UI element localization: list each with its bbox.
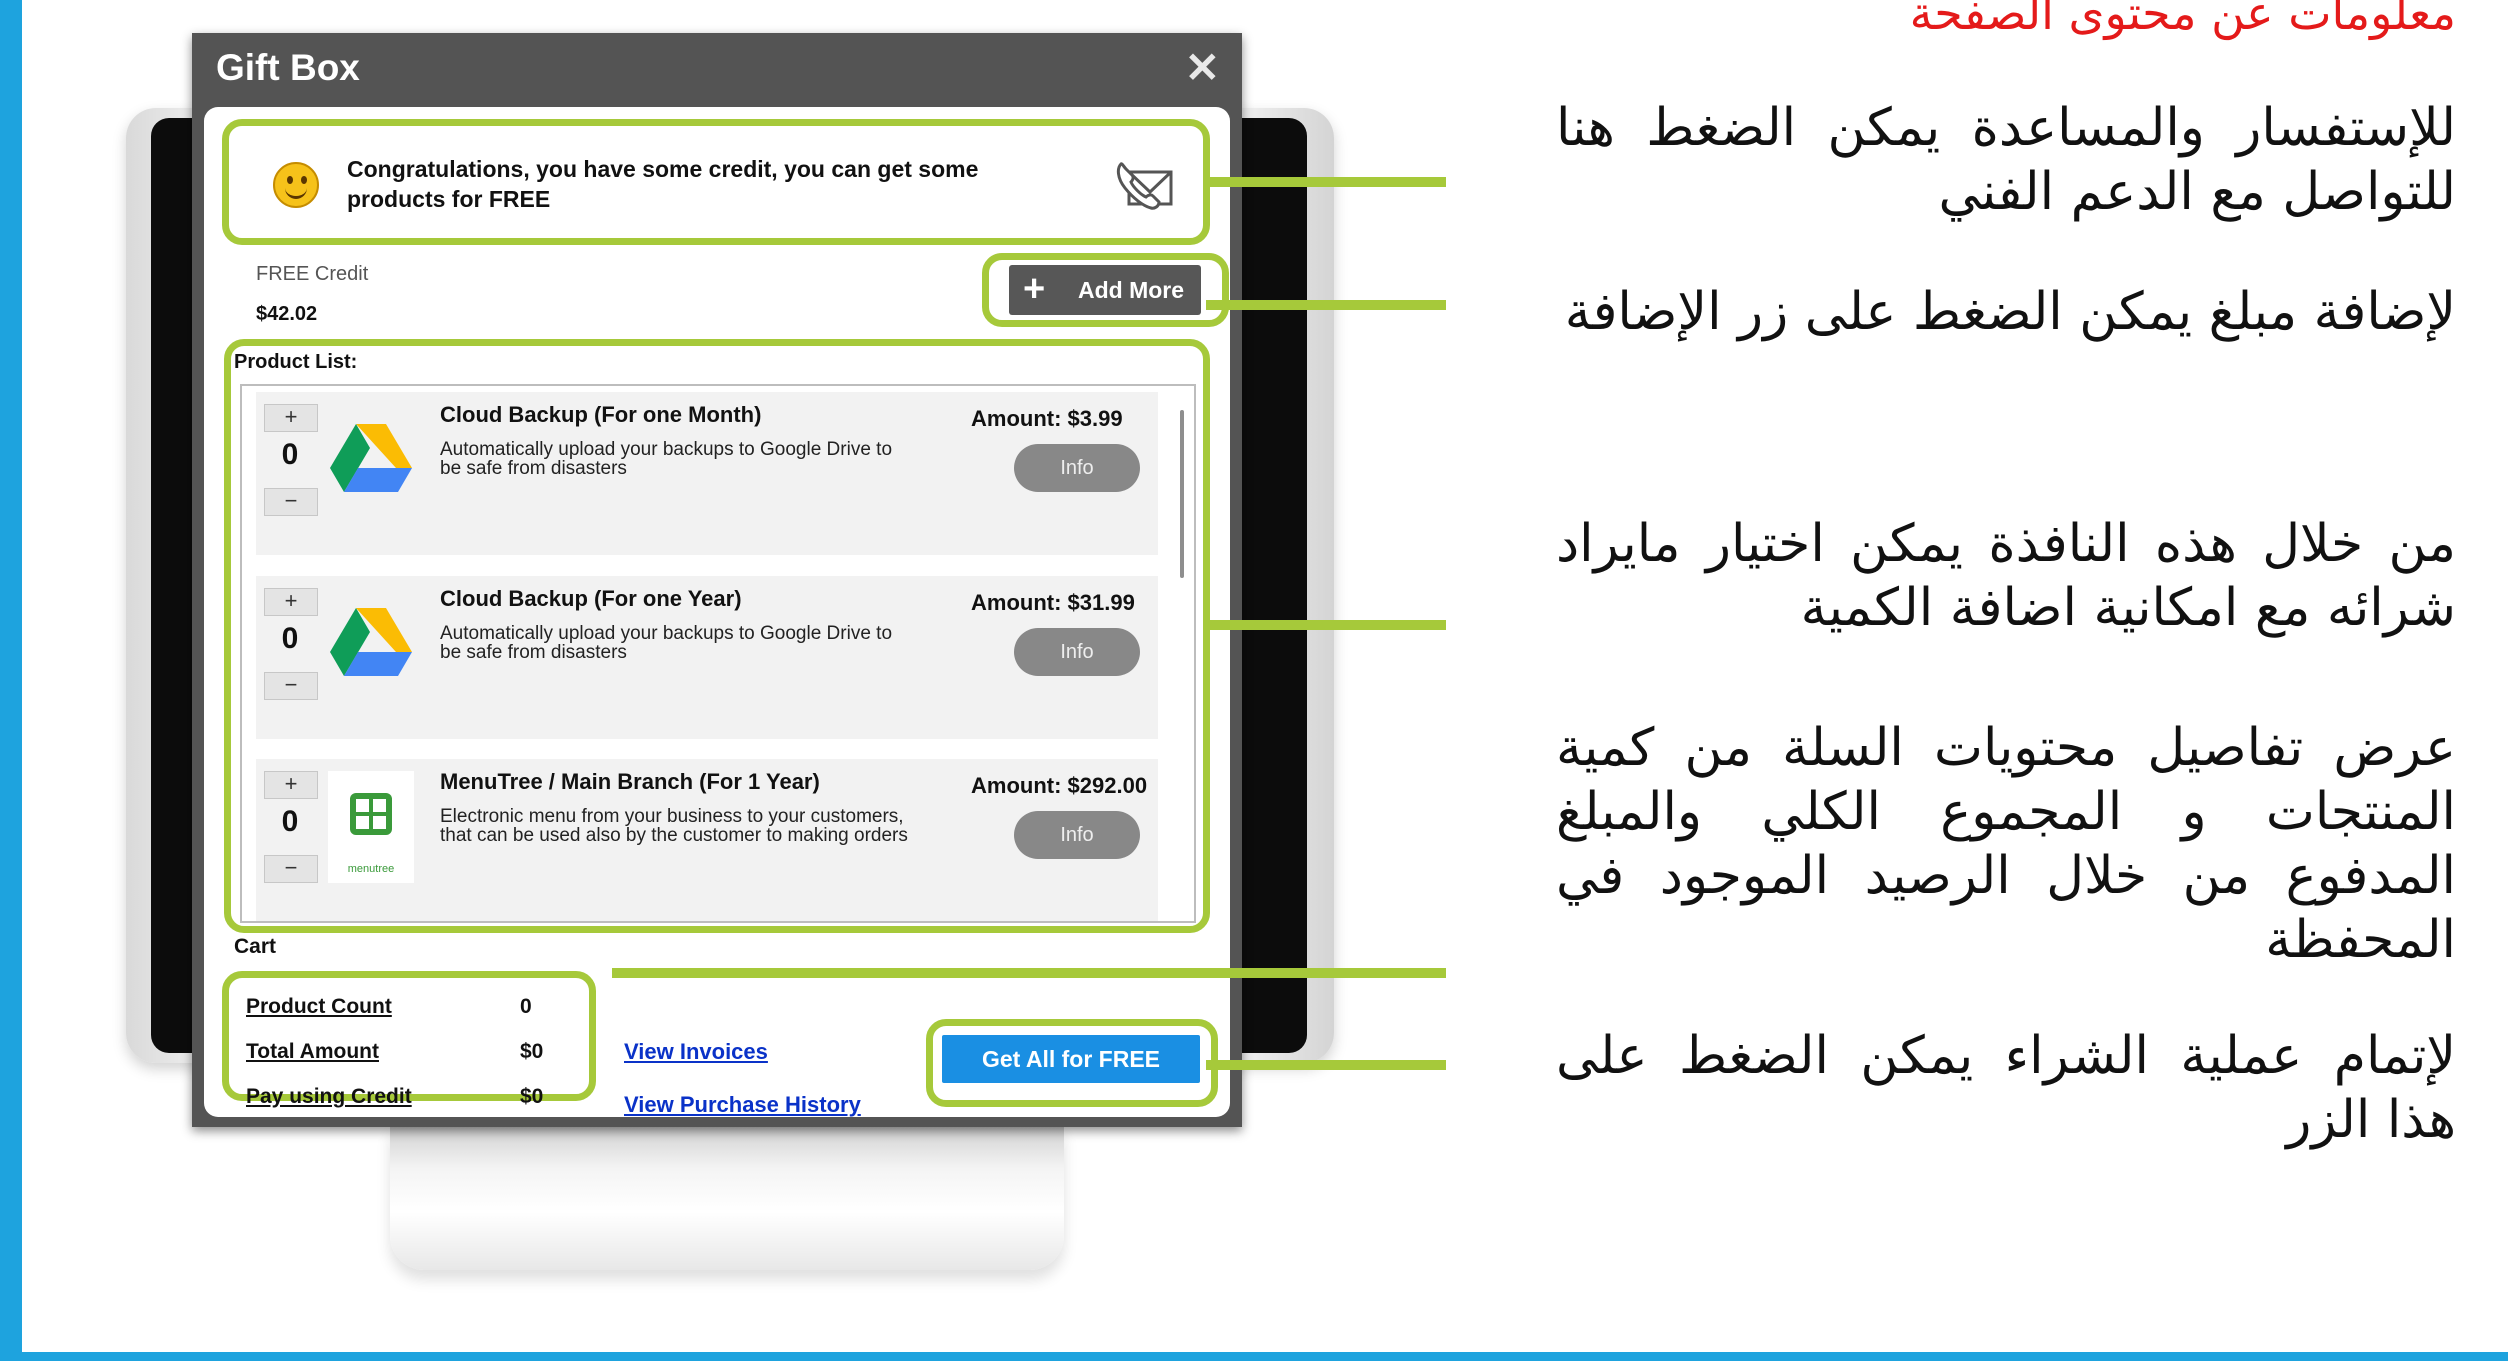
view-purchase-history-link[interactable]: View Purchase History bbox=[624, 1092, 861, 1118]
congrats-banner: Congratulations, you have some credit, y… bbox=[222, 119, 1210, 245]
product-name: Cloud Backup (For one Month) bbox=[440, 402, 762, 427]
connector-line-support bbox=[1206, 177, 1446, 187]
connector-line-add-more bbox=[1206, 300, 1446, 310]
info-button[interactable]: Info bbox=[1014, 811, 1140, 859]
smiley-icon bbox=[273, 162, 319, 208]
gift-box-dialog: Gift Box ✕ Congratulations, you have som… bbox=[192, 33, 1242, 1127]
annotation-checkout: لإتمام عملية الشراء يمكن الضغط على هذا ا… bbox=[1556, 1026, 2456, 1150]
product-count-label: Product Count bbox=[246, 995, 392, 1018]
product-amount: Amount: $31.99 bbox=[971, 590, 1135, 615]
dialog-body: Congratulations, you have some credit, y… bbox=[204, 107, 1230, 1117]
annotation-cart: عرض تفاصيل محتويات السلة من كمية المنتجا… bbox=[1556, 718, 2456, 970]
annotation-product-list: من خلال هذه النافذة يمكن اختيار مايراد ش… bbox=[1556, 514, 2456, 638]
total-amount-label: Total Amount bbox=[246, 1040, 379, 1063]
connector-line-product-list bbox=[1206, 620, 1446, 630]
list-item: + 0 − Cloud Backup (For one Month) Autom… bbox=[256, 392, 1158, 555]
qty-value: 0 bbox=[281, 438, 299, 471]
list-item: + 0 − Cloud Backup (For one Year) Automa… bbox=[256, 576, 1158, 739]
add-more-label: Add More bbox=[1078, 277, 1185, 303]
product-description: Automatically upload your backups to Goo… bbox=[440, 439, 893, 479]
qty-decrease-button[interactable]: − bbox=[264, 672, 318, 700]
pos-device-stand bbox=[390, 1125, 1064, 1270]
view-invoices-link[interactable]: View Invoices bbox=[624, 1039, 768, 1065]
qty-increase-button[interactable]: + bbox=[264, 404, 318, 432]
get-all-free-button[interactable]: Get All for FREE bbox=[942, 1035, 1200, 1083]
frame-left-border bbox=[0, 0, 22, 1361]
free-credit-value: $42.02 bbox=[256, 303, 318, 325]
connector-line-checkout bbox=[1206, 1060, 1446, 1070]
google-drive-icon bbox=[330, 608, 412, 676]
menu-grid-icon bbox=[350, 793, 392, 835]
list-item: + 0 − menutree MenuTree / Main Branch (F… bbox=[256, 759, 1158, 921]
product-count-value: 0 bbox=[520, 995, 532, 1018]
info-button[interactable]: Info bbox=[1014, 444, 1140, 492]
qty-increase-button[interactable]: + bbox=[264, 588, 318, 616]
qty-value: 0 bbox=[281, 805, 299, 838]
cart-highlight bbox=[222, 971, 596, 1101]
cart-label: Cart bbox=[234, 935, 277, 958]
product-name: Cloud Backup (For one Year) bbox=[440, 586, 742, 611]
list-scrollbar[interactable] bbox=[1180, 410, 1184, 578]
product-description: Automatically upload your backups to Goo… bbox=[440, 623, 893, 663]
annotation-support: للإستفسار والمساعدة يمكن الضغط هنا للتوا… bbox=[1556, 98, 2456, 222]
connector-line-cart bbox=[612, 968, 1446, 978]
frame-bottom-border bbox=[0, 1352, 2508, 1361]
product-list[interactable]: + 0 − Cloud Backup (For one Month) Autom… bbox=[240, 384, 1196, 923]
pay-using-credit-value: $0 bbox=[520, 1085, 544, 1108]
product-description: Electronic menu from your business to yo… bbox=[440, 806, 908, 846]
menutree-logo: menutree bbox=[328, 771, 414, 883]
qty-decrease-button[interactable]: − bbox=[264, 488, 318, 516]
pay-using-credit-label: Pay using Credit bbox=[246, 1085, 412, 1108]
support-contact-icon[interactable] bbox=[1115, 158, 1175, 214]
free-credit-label: FREE Credit bbox=[256, 263, 369, 285]
plus-icon: + bbox=[1023, 268, 1046, 310]
google-drive-icon bbox=[330, 424, 412, 492]
product-name: MenuTree / Main Branch (For 1 Year) bbox=[440, 769, 820, 794]
annotation-title: معلومات عن محتوى الصفحة bbox=[1909, 0, 2456, 40]
congrats-text: Congratulations, you have some credit, y… bbox=[347, 156, 979, 212]
qty-increase-button[interactable]: + bbox=[264, 771, 318, 799]
qty-decrease-button[interactable]: − bbox=[264, 855, 318, 883]
menutree-logo-text: menutree bbox=[347, 863, 395, 875]
close-icon[interactable]: ✕ bbox=[1185, 43, 1220, 92]
add-more-button[interactable]: + Add More bbox=[1009, 265, 1201, 315]
qty-value: 0 bbox=[281, 622, 299, 655]
annotation-add-more: لإضافة مبلغ يمكن الضغط على زر الإضافة bbox=[1564, 282, 2456, 342]
dialog-title: Gift Box bbox=[216, 47, 360, 88]
total-amount-value: $0 bbox=[520, 1040, 544, 1063]
product-amount: Amount: $292.00 bbox=[971, 773, 1148, 798]
info-button[interactable]: Info bbox=[1014, 628, 1140, 676]
product-amount: Amount: $3.99 bbox=[971, 406, 1123, 431]
